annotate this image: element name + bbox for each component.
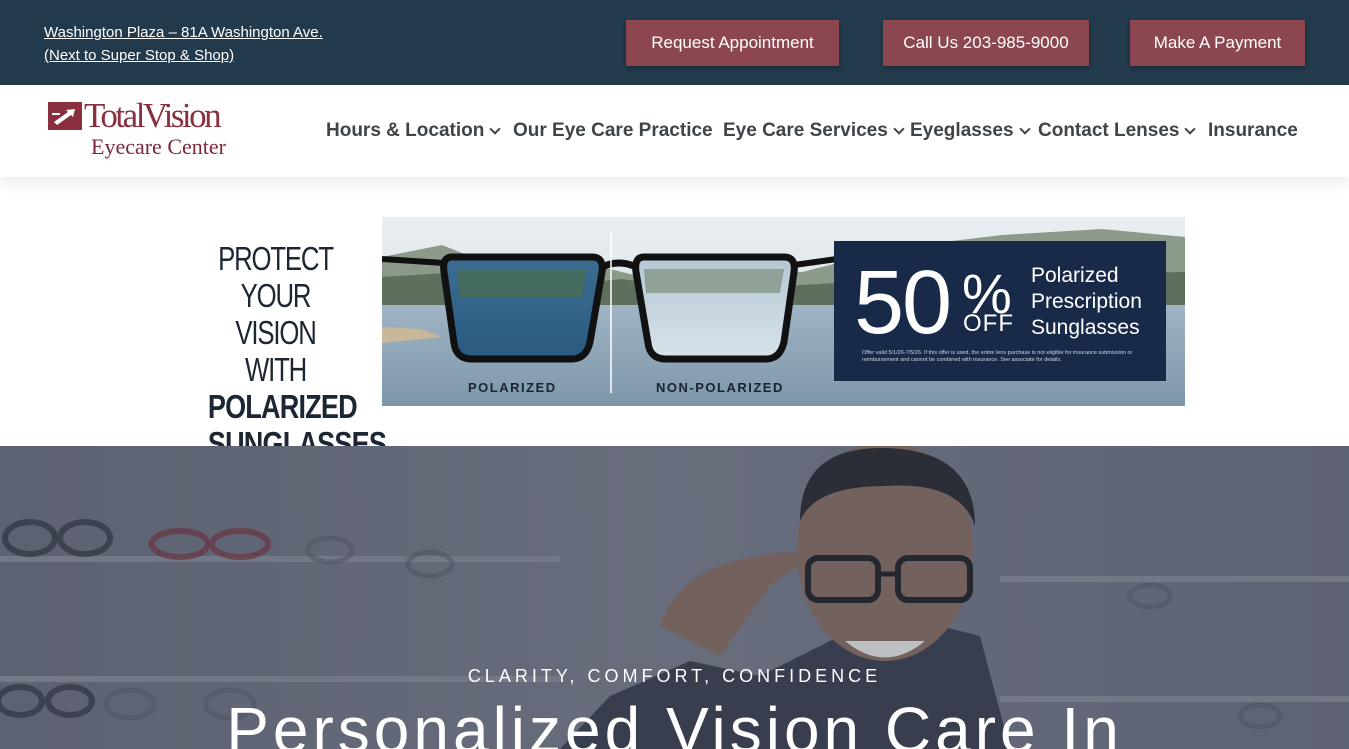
nav-insurance[interactable]: Insurance [1208,119,1298,143]
offer-desc-line2: Prescription [1031,290,1142,313]
chevron-down-icon [893,122,905,135]
offer-desc-line3: Sunglasses [1031,316,1140,339]
nav-eye-care-services-label: Eye Care Services [723,120,888,141]
nav-our-practice[interactable]: Our Eye Care Practice [513,119,713,143]
call-us-button[interactable]: Call Us 203-985-9000 [883,20,1089,66]
hero-title: Personalized Vision Care In [226,694,1123,749]
address-link-line1[interactable]: Washington Plaza – 81A Washington Ave. [44,21,323,44]
nav-eyeglasses-label: Eyeglasses [910,120,1014,141]
nav-insurance-label: Insurance [1208,120,1298,141]
offer-off: OFF [963,310,1014,337]
offer-desc-line1: Polarized [1031,264,1119,287]
top-bar: Washington Plaza – 81A Washington Ave. (… [0,0,1349,85]
request-appointment-button[interactable]: Request Appointment [626,20,839,66]
nav-our-practice-label: Our Eye Care Practice [513,120,713,141]
promo-headline-line1: PROTECT YOUR [218,240,334,314]
promo-banner-image[interactable]: POLARIZED NON-POLARIZED 50 % OFF Polariz… [382,217,1185,406]
offer-box: 50 % OFF Polarized Prescription Sunglass… [834,241,1166,381]
nav-contact-lenses[interactable]: Contact Lenses [1038,119,1197,143]
nav-hours-location[interactable]: Hours & Location [326,119,502,143]
chevron-down-icon [489,122,502,135]
nav-contact-lenses-label: Contact Lenses [1038,120,1180,141]
promo-headline-line3: POLARIZED [207,388,358,425]
address-link-line2[interactable]: (Next to Super Stop & Shop) [44,44,323,67]
nav-eye-care-services[interactable]: Eye Care Services [723,119,905,143]
hero-subtitle: CLARITY, COMFORT, CONFIDENCE [467,666,882,686]
logo-arrow-icon [48,102,82,130]
site-logo[interactable]: TotalVision Eyecare Center [48,96,248,160]
promo-headline-line2: VISION WITH [235,314,316,388]
non-polarized-label: NON-POLARIZED [656,380,784,395]
polarized-label: POLARIZED [468,380,557,395]
chevron-down-icon [1018,122,1031,135]
hero-section: CLARITY, COMFORT, CONFIDENCE Personalize… [0,446,1349,749]
chevron-down-icon [1184,122,1197,135]
logo-subtitle: Eyecare Center [91,134,226,159]
offer-fine-print: Offer valid 5/1/26-7/5/26. If this offer… [862,350,1133,363]
nav-hours-location-label: Hours & Location [326,120,485,141]
offer-description: Polarized Prescription Sunglasses [1031,263,1142,341]
nav-eyeglasses[interactable]: Eyeglasses [910,119,1031,143]
offer-number: 50 [854,253,952,353]
main-navbar: TotalVision Eyecare Center Hours & Locat… [0,85,1349,177]
promo-headline[interactable]: PROTECT YOUR VISION WITH POLARIZED SUNGL… [193,240,387,462]
address: Washington Plaza – 81A Washington Ave. (… [44,21,323,67]
logo-name: TotalVision [84,96,222,135]
make-payment-button[interactable]: Make A Payment [1130,20,1305,66]
